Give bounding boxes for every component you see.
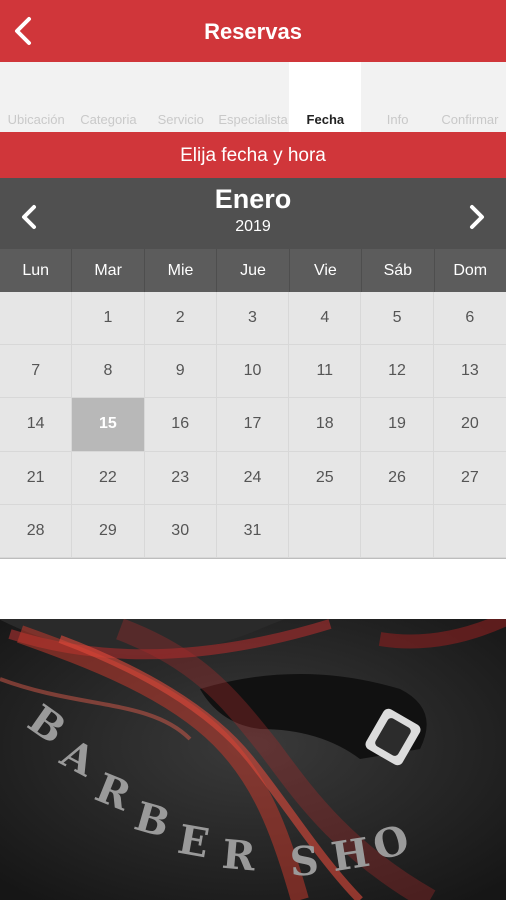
calendar-day[interactable]: 8 [72, 345, 145, 399]
calendar-day[interactable]: 5 [361, 292, 434, 346]
calendar-day[interactable]: 1 [72, 292, 145, 346]
logo-letter: R [220, 831, 258, 881]
barber-shop-logo-image: B A R B E R S H O [0, 619, 506, 900]
booking-steps: Ubicación Categoria Servicio Especialist… [0, 62, 506, 132]
step-categoria[interactable]: Categoria [72, 62, 144, 132]
calendar-year: 2019 [235, 218, 271, 235]
weekday-label: Vie [290, 249, 363, 292]
calendar-day[interactable]: 27 [433, 452, 506, 505]
calendar-day[interactable]: 4 [289, 292, 362, 346]
calendar-day[interactable]: 13 [433, 345, 506, 399]
step-label: Especialista [218, 112, 288, 127]
step-label: Categoria [80, 112, 137, 127]
page-title: Reservas [204, 19, 302, 44]
calendar-day[interactable]: 9 [144, 345, 217, 399]
step-label: Ubicación [7, 112, 65, 127]
calendar-day[interactable]: 26 [361, 451, 434, 505]
calendar-day[interactable]: 7 [0, 345, 73, 399]
calendar-day[interactable]: 14 [0, 398, 73, 452]
calendar-empty-cell [289, 504, 362, 558]
calendar-day[interactable]: 30 [144, 504, 217, 558]
chevron-right-icon [470, 205, 484, 229]
calendar-day[interactable]: 29 [72, 504, 145, 558]
step-confirmar[interactable]: Confirmar [434, 62, 506, 132]
weekday-label: Dom [453, 262, 488, 279]
calendar-month: Enero [214, 184, 292, 214]
step-especialista[interactable]: Especialista [217, 62, 289, 132]
calendar-day[interactable]: 12 [361, 345, 434, 399]
calendar-day[interactable]: 20 [433, 398, 506, 452]
calendar-grid: 1 2 3 4 5 6 7 8 9 10 11 12 13 14 15 16 17 18 19 20 21 22 23 24 2… [0, 292, 506, 559]
calendar-empty-cell [361, 504, 434, 558]
logo-letter: S [289, 837, 320, 885]
calendar-day[interactable]: 21 [0, 451, 73, 505]
calendar-day[interactable]: 11 [289, 345, 362, 399]
step-servicio[interactable]: Servicio [145, 62, 217, 132]
step-info[interactable]: Info [361, 62, 433, 132]
calendar-day[interactable]: 28 [0, 504, 73, 558]
weekday-label: Lun [0, 249, 73, 292]
next-month-button[interactable] [462, 202, 492, 232]
weekday-row: Lun Mar Mie Jue Vie Sáb Dom [0, 249, 506, 292]
calendar-header: Enero 2019 [0, 178, 506, 249]
calendar-day[interactable]: 23 [144, 451, 217, 505]
app-header: Reservas [0, 0, 506, 62]
instruction-banner: Elija fecha y hora [0, 132, 506, 178]
step-fecha[interactable]: Fecha [289, 62, 362, 132]
calendar-day[interactable]: 16 [144, 398, 217, 452]
calendar-day[interactable]: 31 [216, 504, 290, 558]
calendar-day[interactable]: 6 [433, 292, 506, 346]
weekday-label: Mie [145, 249, 218, 292]
calendar-day[interactable]: 25 [289, 451, 362, 505]
weekday-label: Jue [217, 249, 290, 292]
step-label: Confirmar [441, 112, 499, 127]
calendar-day-selected[interactable]: 15 [72, 398, 145, 452]
weekday-label: Sáb [362, 249, 435, 292]
calendar-empty-cell [0, 292, 73, 346]
calendar-day[interactable]: 22 [72, 451, 145, 505]
step-label: Servicio [157, 112, 204, 127]
step-label: Info [386, 112, 409, 127]
calendar-day[interactable]: 17 [216, 398, 290, 452]
step-ubicacion[interactable]: Ubicación [0, 62, 72, 132]
logo-letter: H [328, 829, 373, 881]
step-label: Fecha [306, 112, 345, 127]
weekday-label: Mar [72, 249, 145, 292]
calendar-day[interactable]: 24 [216, 451, 290, 505]
calendar-day[interactable]: 10 [216, 345, 290, 399]
calendar-day[interactable]: 2 [144, 292, 217, 346]
calendar-day[interactable]: 18 [289, 398, 362, 452]
calendar-day[interactable]: 3 [216, 292, 290, 346]
calendar-empty-cell [433, 505, 506, 558]
calendar-day[interactable]: 19 [361, 398, 434, 452]
